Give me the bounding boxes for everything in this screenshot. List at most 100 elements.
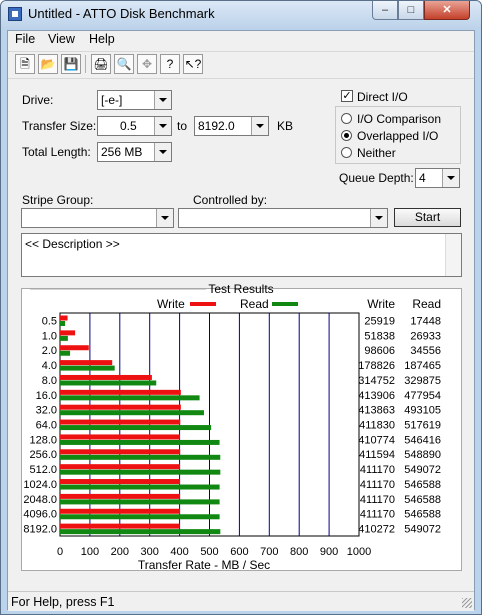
write-bar	[60, 404, 181, 410]
column-header: Write	[367, 297, 395, 311]
read-bar	[60, 410, 204, 416]
x-axis-label: Transfer Rate - MB / Sec	[138, 558, 270, 572]
chart-legend: Write Read	[157, 297, 298, 311]
chart-title: Test Results	[208, 282, 273, 296]
read-bar	[60, 529, 221, 535]
read-bar	[60, 439, 220, 445]
read-value: 546588	[404, 494, 441, 506]
category-label: 16.0	[36, 390, 57, 402]
write-value: 25919	[364, 315, 395, 327]
read-bar	[60, 380, 157, 386]
write-value: 411830	[359, 420, 395, 432]
category-label: 8.0	[42, 375, 57, 387]
read-value: 493105	[404, 405, 441, 417]
read-value: 26933	[410, 330, 441, 342]
x-tick-label: 0	[57, 546, 63, 558]
write-bar	[60, 479, 181, 485]
x-tick-label: 1000	[347, 546, 371, 558]
category-labels: 0.5 1.0 2.0 4.0 8.0 16.0 32.0 64.0 128.0 256.0 512…	[23, 315, 57, 535]
read-bar	[60, 454, 221, 460]
write-value: 410774	[358, 434, 395, 446]
x-tick-label: 600	[230, 546, 248, 558]
write-bar	[60, 508, 181, 514]
read-value: 546588	[404, 479, 441, 491]
write-bar	[60, 345, 89, 351]
read-value: 477954	[404, 390, 441, 402]
x-tick-labels: 0 100 200 300 400 500 600 700 800 900 1000	[57, 546, 371, 558]
read-value: 34556	[410, 345, 441, 357]
category-label: 256.0	[29, 449, 57, 461]
write-value: 410272	[358, 524, 395, 536]
read-bar	[60, 321, 66, 326]
write-value: 314752	[358, 375, 395, 387]
x-tick-label: 200	[111, 546, 129, 558]
read-value: 17448	[410, 315, 441, 327]
read-bar	[60, 335, 68, 341]
write-value: 98606	[364, 345, 395, 357]
write-bar	[60, 434, 180, 440]
category-label: 128.0	[29, 434, 57, 446]
write-bar	[60, 523, 180, 529]
category-label: 4096.0	[23, 509, 57, 521]
x-tick-label: 100	[81, 546, 99, 558]
read-bar	[60, 514, 220, 520]
x-tick-label: 900	[320, 546, 338, 558]
write-value: 178826	[358, 360, 395, 372]
write-value: 413863	[358, 405, 395, 417]
read-bar	[60, 484, 220, 490]
write-bar	[60, 389, 181, 395]
x-tick-label: 400	[170, 546, 188, 558]
legend-swatch	[272, 302, 298, 306]
write-bar	[60, 330, 76, 336]
category-label: 2048.0	[23, 494, 57, 506]
write-value: 411170	[360, 494, 395, 506]
read-value: 329875	[404, 375, 441, 387]
legend-swatch	[190, 302, 216, 306]
category-label: 0.5	[42, 315, 57, 327]
read-bar	[60, 469, 221, 475]
result-numbers: Write Read 25919 17448 51838 26933 98606 34556 1…	[358, 297, 441, 536]
test-results-chart: Test Results Write Read 0.5 1.0 2.0 4.0 8.0 16…	[23, 282, 441, 572]
category-label: 32.0	[36, 405, 57, 417]
category-label: 2.0	[42, 345, 57, 357]
write-value: 411594	[359, 449, 395, 461]
read-bar	[60, 365, 115, 371]
read-value: 546588	[404, 509, 441, 521]
write-bar	[60, 360, 113, 366]
read-value: 187465	[404, 360, 441, 372]
read-value: 549072	[404, 524, 441, 536]
write-bar	[60, 449, 181, 455]
write-value: 51838	[364, 330, 395, 342]
category-label: 64.0	[36, 420, 57, 432]
x-tick-label: 800	[290, 546, 308, 558]
write-value: 411170	[360, 509, 395, 521]
read-bar	[60, 425, 212, 431]
read-bar	[60, 350, 71, 356]
x-tick-label: 500	[200, 546, 218, 558]
status-bar: For Help, press F1	[8, 591, 474, 611]
write-bar	[60, 315, 68, 321]
category-label: 1024.0	[23, 479, 57, 491]
column-header: Read	[412, 297, 441, 311]
x-tick-label: 700	[260, 546, 278, 558]
category-label: 1.0	[42, 330, 57, 342]
write-value: 411170	[360, 464, 395, 476]
resize-grip-icon[interactable]	[462, 598, 472, 608]
read-value: 546416	[404, 434, 441, 446]
write-bar	[60, 464, 181, 470]
write-value: 411170	[360, 479, 395, 491]
x-tick-label: 300	[141, 546, 159, 558]
legend-label: Write	[157, 297, 185, 311]
read-bar	[60, 395, 200, 401]
write-bar	[60, 493, 181, 499]
write-bar	[60, 374, 152, 380]
category-label: 512.0	[29, 464, 57, 476]
write-bar	[60, 419, 181, 425]
legend-label: Read	[240, 297, 269, 311]
category-label: 4.0	[42, 360, 57, 372]
read-bar	[60, 499, 220, 505]
read-value: 549072	[404, 464, 441, 476]
read-value: 548890	[404, 449, 441, 461]
write-value: 413906	[358, 390, 395, 402]
category-label: 8192.0	[23, 524, 57, 536]
